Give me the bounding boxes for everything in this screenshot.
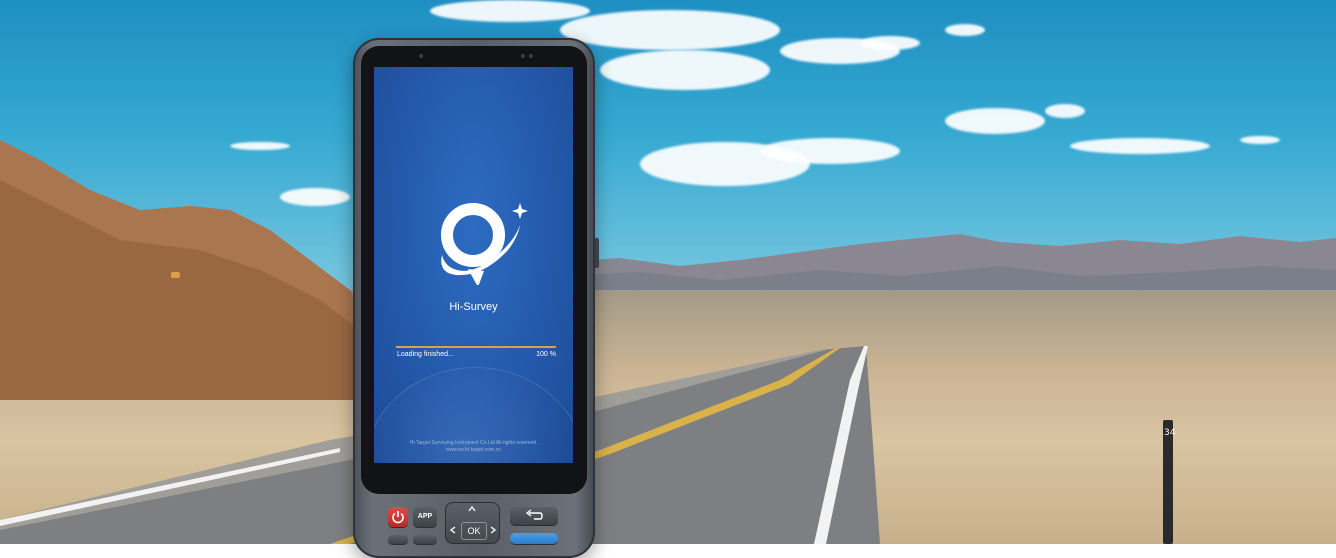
mile-marker-post — [1163, 420, 1173, 544]
side-button[interactable] — [595, 238, 599, 268]
back-arrow-icon — [525, 509, 543, 520]
proximity-sensor — [521, 54, 525, 58]
copyright-text: Hi-Target Surveying Instrument Co.Ltd Al… — [409, 440, 538, 446]
splash-screen: Hi-Survey Loading finished... 100 % Hi-T… — [374, 67, 573, 463]
function-button[interactable] — [510, 533, 558, 544]
hi-survey-logo-icon — [441, 203, 528, 285]
app-title: Hi-Survey — [449, 301, 498, 313]
power-icon — [392, 511, 404, 524]
back-button[interactable] — [510, 507, 558, 525]
keypad-key[interactable] — [388, 535, 408, 544]
chevron-left-icon[interactable] — [450, 526, 456, 534]
chevron-right-icon[interactable] — [490, 526, 496, 534]
road — [0, 346, 880, 544]
progress-indicator-icon — [171, 272, 180, 278]
front-camera — [419, 54, 423, 58]
loading-progress-fill — [396, 346, 556, 348]
chevron-up-icon[interactable] — [468, 506, 476, 512]
light-sensor — [529, 54, 533, 58]
loading-progress-bar — [396, 346, 556, 348]
mile-marker-label: 34 — [1164, 428, 1176, 438]
power-button[interactable] — [388, 507, 408, 527]
loading-percent: 100 % — [536, 351, 556, 358]
loading-status: Loading finished... — [397, 351, 454, 358]
app-button[interactable]: APP — [413, 507, 437, 527]
keypad-key[interactable] — [413, 535, 437, 544]
website-text: www.en.hi-target.com.cn — [446, 447, 501, 453]
ok-button[interactable]: OK — [461, 522, 487, 540]
background-scene: 34 — [0, 0, 1336, 544]
